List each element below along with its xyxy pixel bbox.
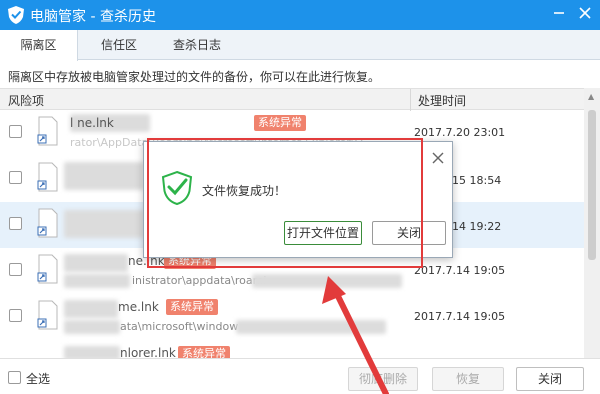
row-checkbox[interactable] <box>9 171 22 184</box>
column-header-risk[interactable]: 风险项 <box>8 92 44 109</box>
footer-bar: 全选 彻底删除 恢复 关闭 <box>0 358 600 394</box>
blurred-region <box>252 274 402 288</box>
file-path: ata\microsoft\window <box>120 320 239 333</box>
delete-permanently-button[interactable]: 彻底删除 <box>348 367 418 391</box>
dialog-message: 文件恢复成功！ <box>202 184 287 198</box>
risk-badge: 系统异常 <box>166 299 218 315</box>
shortcut-file-icon <box>37 208 58 238</box>
risk-badge: 系统异常 <box>254 115 306 131</box>
blurred-region <box>64 346 120 358</box>
title-bar: 电脑管家 - 查杀历史 <box>0 0 600 30</box>
processed-time: 2017.7.14 19:05 <box>414 264 506 277</box>
file-path: inistrator\appdata\roami <box>132 274 267 287</box>
tab-scan-log[interactable]: 查杀日志 <box>158 30 236 60</box>
row-checkbox[interactable] <box>9 217 22 230</box>
processed-time: 2017.7.14 19:05 <box>414 310 506 323</box>
blurred-region <box>64 300 118 318</box>
processed-time: 15 18:54 <box>452 174 502 187</box>
window-title: 电脑管家 - 查杀历史 <box>30 9 156 25</box>
processed-time: 2017.7.20 23:01 <box>414 126 506 139</box>
blurred-region <box>236 320 386 334</box>
open-file-location-button[interactable]: 打开文件位置 <box>284 221 362 245</box>
blurred-region <box>64 320 120 334</box>
restore-success-dialog: 文件恢复成功！ 打开文件位置 关闭 <box>143 141 453 258</box>
shortcut-file-icon <box>37 162 58 192</box>
quarantine-description: 隔离区中存放被电脑管家处理过的文件的备份，你可以在此进行恢复。 <box>8 70 381 84</box>
table-row[interactable]: me.lnk 系统异常 ata\microsoft\window 2017.7.… <box>0 294 584 340</box>
close-button[interactable]: 关闭 <box>516 367 584 391</box>
restore-button[interactable]: 恢复 <box>432 367 504 391</box>
risk-badge: 系统异常 <box>178 346 230 358</box>
close-x-icon[interactable] <box>430 150 446 166</box>
blurred-region <box>64 254 128 272</box>
green-check-shield-icon <box>161 170 193 206</box>
shortcut-file-icon <box>37 300 58 330</box>
select-all-checkbox[interactable] <box>8 371 21 384</box>
blurred-region <box>64 162 144 190</box>
table-scrollbar[interactable]: ▲ <box>584 88 600 358</box>
blurred-region <box>64 274 130 288</box>
file-name: me.lnk <box>118 300 159 314</box>
row-checkbox[interactable] <box>9 263 22 276</box>
tab-trusted[interactable]: 信任区 <box>80 30 158 60</box>
scrollbar-thumb[interactable] <box>588 110 596 260</box>
dialog-close-button[interactable]: 关闭 <box>372 221 446 245</box>
file-name: l ne.lnk <box>70 116 114 130</box>
row-checkbox[interactable] <box>9 125 22 138</box>
select-all-label[interactable]: 全选 <box>26 370 50 387</box>
tab-bar: 隔离区 信任区 查杀日志 <box>0 30 600 61</box>
file-name: nlorer.lnk <box>120 346 176 358</box>
column-header-time[interactable]: 处理时间 <box>418 92 466 109</box>
tab-quarantine[interactable]: 隔离区 <box>0 30 78 61</box>
blurred-region <box>64 210 144 238</box>
shortcut-file-icon <box>37 254 58 284</box>
close-icon[interactable] <box>574 2 596 24</box>
column-divider <box>410 89 411 111</box>
table-header: 风险项 处理时间 <box>0 88 584 111</box>
qq-pc-manager-shield-icon <box>8 6 24 24</box>
processed-time: 14 19:22 <box>452 220 502 233</box>
row-checkbox[interactable] <box>9 309 22 322</box>
scroll-up-icon[interactable]: ▲ <box>588 92 594 101</box>
table-row[interactable]: nlorer.lnk 系统异常 <box>0 340 584 358</box>
shortcut-file-icon <box>37 116 58 146</box>
minimize-icon[interactable] <box>548 2 570 24</box>
